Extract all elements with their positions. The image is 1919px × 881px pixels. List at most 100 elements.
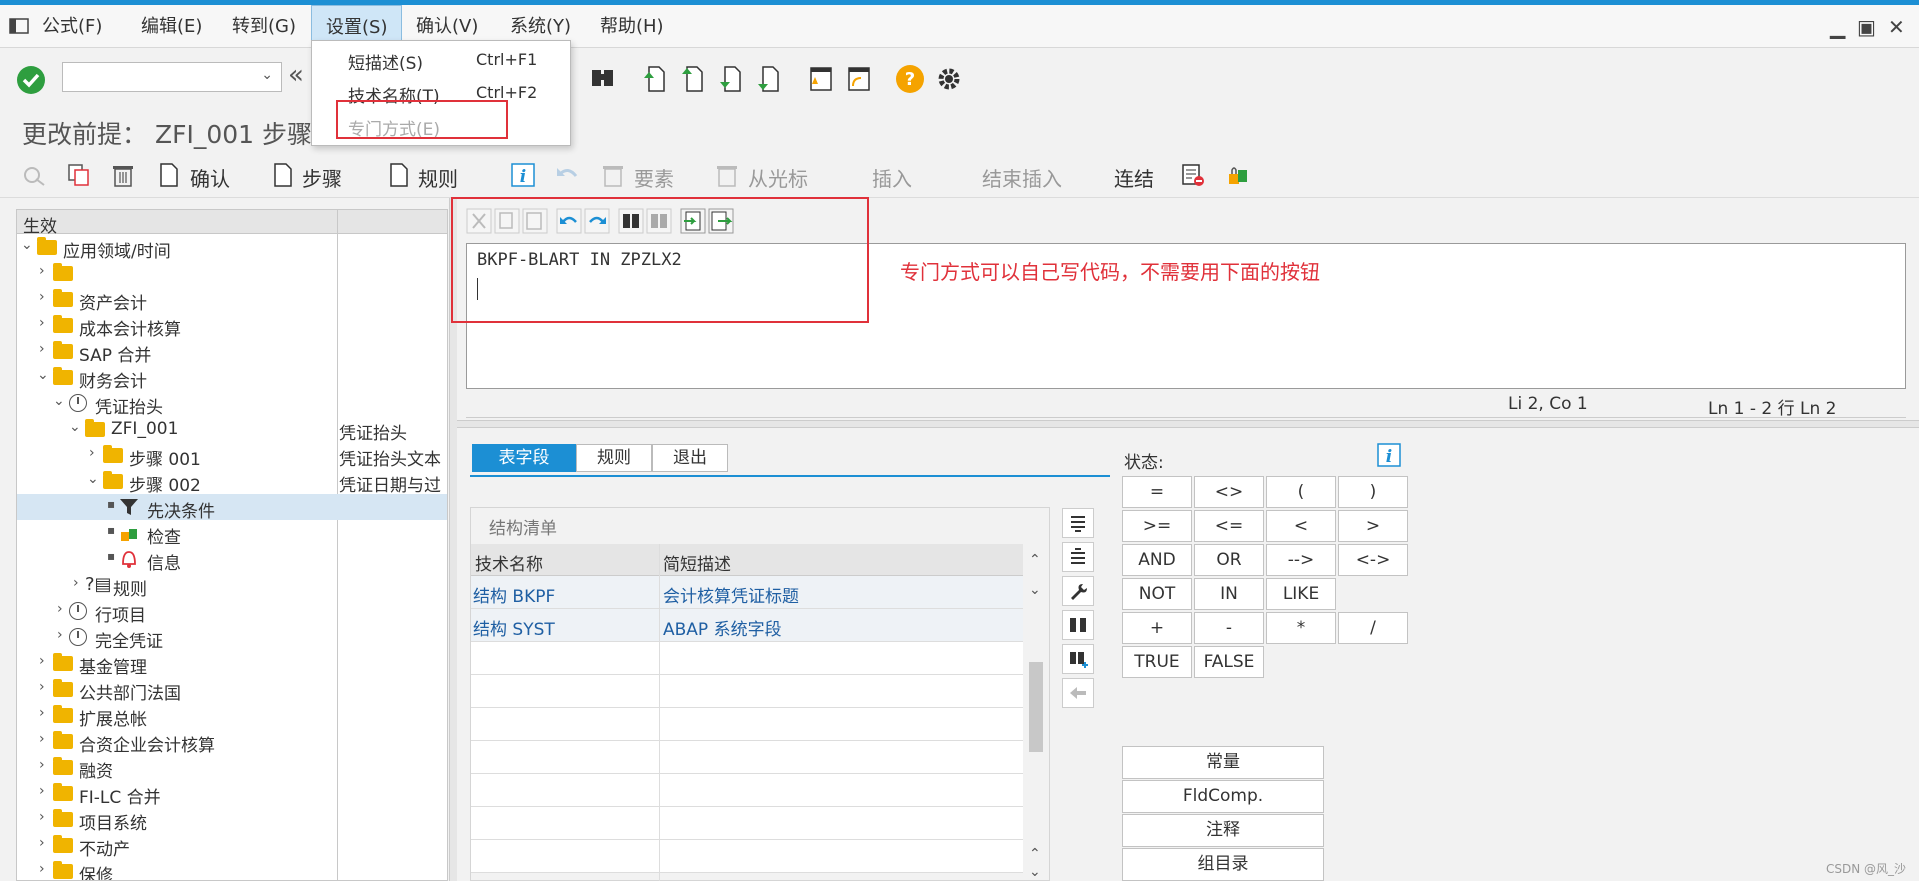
chevron-right-icon[interactable]: › (39, 315, 45, 331)
operator-divide-button[interactable]: / (1338, 612, 1408, 644)
table-row-empty[interactable] (471, 741, 1023, 774)
tree-node[interactable]: › 步骤 001 凭证抬头文本 (17, 442, 447, 470)
tree-node[interactable]: › 基金管理 (17, 650, 447, 678)
table-row-empty[interactable] (471, 807, 1023, 840)
chevron-right-icon[interactable]: › (39, 835, 45, 851)
minimize-icon[interactable]: ▁ (1830, 15, 1845, 39)
check-lock-icon[interactable] (1224, 162, 1250, 188)
tree-node[interactable]: › 公共部门法国 (17, 676, 447, 704)
operator-and-button[interactable]: AND (1122, 544, 1192, 576)
tree-node[interactable]: › 合资企业会计核算 (17, 728, 447, 756)
operator-multiply-button[interactable]: * (1266, 612, 1336, 644)
tree-node[interactable]: › SAP 合并 (17, 338, 447, 366)
table-row-empty[interactable] (471, 774, 1023, 807)
operator-false-button[interactable]: FALSE (1194, 646, 1264, 678)
shortcut-icon[interactable] (843, 64, 873, 94)
tree-node[interactable]: ⌄ ZFI_001 凭证抬头 (17, 416, 447, 444)
tree-node[interactable]: › 完全凭证 (17, 624, 447, 652)
chevron-right-icon[interactable]: › (39, 263, 45, 279)
table-row[interactable]: 结构 BKPF 会计核算凭证标题 (471, 576, 1023, 609)
find-icon[interactable] (588, 64, 618, 94)
expand-all-icon[interactable] (1062, 508, 1094, 538)
operator-gt-button[interactable]: > (1338, 510, 1408, 542)
operator-like-button[interactable]: LIKE (1266, 578, 1336, 610)
operator-implies-button[interactable]: --> (1266, 544, 1336, 576)
tree-node[interactable]: › 保修 (17, 858, 447, 880)
tree-node[interactable]: ▪ 检查 (17, 520, 447, 548)
constant-button[interactable]: 常量 (1122, 746, 1324, 779)
tree-node[interactable]: ⌄ 步骤 002 凭证日期与过 (17, 468, 447, 496)
find-next-icon[interactable] (1062, 644, 1094, 674)
chevron-down-icon[interactable]: ⌄ (69, 419, 81, 435)
gear-icon[interactable] (934, 64, 964, 94)
tree-node[interactable]: ⌄ 凭证抬头 (17, 390, 447, 418)
tab-exits[interactable]: 退出 (652, 444, 728, 472)
tree-node[interactable]: ▪ 信息 (17, 546, 447, 574)
command-field[interactable]: ⌄ (62, 62, 282, 92)
menu-toggle-icon[interactable] (8, 16, 30, 36)
operator-gte-button[interactable]: >= (1122, 510, 1192, 542)
previous-page-icon[interactable] (678, 64, 708, 94)
operator-lte-button[interactable]: <= (1194, 510, 1264, 542)
chevron-right-icon[interactable]: › (39, 731, 45, 747)
tree-node[interactable]: › 扩展总帐 (17, 702, 447, 730)
scroll-up-icon[interactable]: ⌃ (1029, 846, 1041, 862)
horizontal-splitter[interactable] (457, 420, 1919, 428)
tree-node[interactable]: › 资产会计 (17, 286, 447, 314)
undo-icon[interactable] (554, 162, 580, 188)
scroll-down-icon[interactable]: ⌄ (1029, 582, 1041, 598)
scroll-down-icon[interactable]: ⌄ (1029, 864, 1041, 880)
operator-equal-button[interactable]: = (1122, 476, 1192, 508)
vertical-scrollbar[interactable]: ⌃ ⌄ ⌃ ⌄ (1025, 544, 1047, 880)
operator-minus-button[interactable]: - (1194, 612, 1264, 644)
operator-in-button[interactable]: IN (1194, 578, 1264, 610)
chevron-right-icon[interactable]: › (39, 679, 45, 695)
menu-help[interactable]: 帮助(H) (586, 5, 678, 48)
chevron-down-icon[interactable]: ⌄ (53, 393, 65, 409)
tree-node[interactable]: › 不动产 (17, 832, 447, 860)
group-directory-button[interactable]: 组目录 (1122, 848, 1324, 881)
display-change-icon[interactable] (22, 162, 48, 188)
operator-not-equal-button[interactable]: <> (1194, 476, 1264, 508)
scroll-thumb[interactable] (1029, 662, 1043, 752)
menu-goto[interactable]: 转到(G) (218, 5, 310, 48)
operator-true-button[interactable]: TRUE (1122, 646, 1192, 678)
trash-icon[interactable] (110, 162, 136, 188)
chevron-right-icon[interactable]: › (39, 783, 45, 799)
operator-or-button[interactable]: OR (1194, 544, 1264, 576)
insert-button[interactable]: 插入 (872, 163, 912, 192)
next-page-icon[interactable] (716, 64, 746, 94)
chevron-down-icon[interactable]: ⌄ (21, 237, 33, 253)
field-compare-button[interactable]: FldComp. (1122, 780, 1324, 813)
chevron-right-icon[interactable]: › (39, 861, 45, 877)
ok-check-icon[interactable] (16, 65, 46, 95)
maximize-icon[interactable]: ▣ (1857, 15, 1876, 39)
column-header-short-description[interactable]: 简短描述 (663, 550, 731, 575)
operator-open-paren-button[interactable]: ( (1266, 476, 1336, 508)
tree-node[interactable]: › 行项目 (17, 598, 447, 626)
tree-node[interactable]: › (17, 260, 447, 286)
collapse-icon[interactable]: « (288, 60, 304, 90)
first-page-icon[interactable] (640, 64, 670, 94)
link-button[interactable]: 连结 (1114, 163, 1154, 192)
chevron-right-icon[interactable]: › (39, 341, 45, 357)
operator-not-button[interactable]: NOT (1122, 578, 1192, 610)
chevron-right-icon[interactable]: › (73, 575, 79, 591)
menu-item-short-description[interactable]: 短描述(S) (348, 49, 423, 74)
delete-condition-icon[interactable] (1180, 162, 1206, 188)
operator-plus-button[interactable]: + (1122, 612, 1192, 644)
step-button[interactable]: 步骤 (302, 163, 342, 192)
table-row-empty[interactable] (471, 840, 1023, 873)
chevron-down-icon[interactable]: ⌄ (37, 367, 49, 383)
tree-node[interactable]: › 成本会计核算 (17, 312, 447, 340)
chevron-right-icon[interactable]: › (39, 757, 45, 773)
end-insert-button[interactable]: 结束插入 (982, 163, 1062, 192)
tree-node[interactable]: › FI-LC 合并 (17, 780, 447, 808)
tree-node[interactable]: › 项目系统 (17, 806, 447, 834)
tools-icon[interactable] (1062, 576, 1094, 606)
chevron-right-icon[interactable]: › (57, 627, 63, 643)
transfer-arrow-icon[interactable] (1062, 678, 1094, 708)
table-row-empty[interactable] (471, 708, 1023, 741)
menu-formula[interactable]: 公式(F) (28, 5, 116, 48)
chevron-right-icon[interactable]: › (89, 445, 95, 461)
